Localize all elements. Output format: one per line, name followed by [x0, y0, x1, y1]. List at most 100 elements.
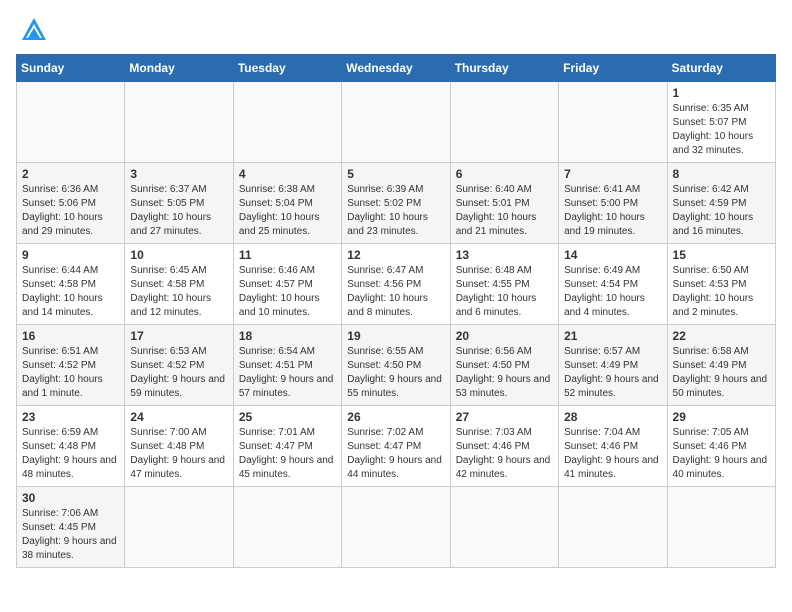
calendar-cell — [342, 487, 450, 568]
calendar-cell: 9 Sunrise: 6:44 AM Sunset: 4:58 PM Daylig… — [17, 244, 125, 325]
day-number: 7 — [564, 167, 661, 181]
calendar-cell: 13 Sunrise: 6:48 AM Sunset: 4:55 PM Dayli… — [450, 244, 558, 325]
day-info: Sunrise: 6:41 AM Sunset: 5:00 PM Dayligh… — [564, 183, 661, 239]
calendar-week-row: 1 Sunrise: 6:35 AM Sunset: 5:07 PM Daylig… — [17, 82, 776, 163]
page-header — [16, 16, 776, 44]
day-number: 17 — [130, 329, 227, 343]
day-number: 29 — [673, 410, 770, 424]
calendar-cell: 15 Sunrise: 6:50 AM Sunset: 4:53 PM Dayli… — [667, 244, 775, 325]
calendar-cell — [667, 487, 775, 568]
calendar-cell: 28 Sunrise: 7:04 AM Sunset: 4:46 PM Dayli… — [559, 406, 667, 487]
day-info: Sunrise: 6:57 AM Sunset: 4:49 PM Dayligh… — [564, 345, 661, 401]
day-number: 19 — [347, 329, 444, 343]
calendar-cell: 30Sunrise: 7:06 AM Sunset: 4:45 PM Dayli… — [17, 487, 125, 568]
day-info: Sunrise: 6:50 AM Sunset: 4:53 PM Dayligh… — [673, 264, 770, 320]
day-info: Sunrise: 7:04 AM Sunset: 4:46 PM Dayligh… — [564, 426, 661, 482]
calendar-cell: 25Sunrise: 7:01 AM Sunset: 4:47 PM Dayli… — [233, 406, 341, 487]
calendar-cell: 19 Sunrise: 6:55 AM Sunset: 4:50 PM Dayli… — [342, 325, 450, 406]
day-number: 23 — [22, 410, 119, 424]
day-info: Sunrise: 6:49 AM Sunset: 4:54 PM Dayligh… — [564, 264, 661, 320]
weekday-header-friday: Friday — [559, 55, 667, 82]
calendar-cell: 6Sunrise: 6:40 AM Sunset: 5:01 PM Daylig… — [450, 163, 558, 244]
day-info: Sunrise: 6:48 AM Sunset: 4:55 PM Dayligh… — [456, 264, 553, 320]
day-info: Sunrise: 6:38 AM Sunset: 5:04 PM Dayligh… — [239, 183, 336, 239]
day-number: 28 — [564, 410, 661, 424]
calendar-table: SundayMondayTuesdayWednesdayThursdayFrid… — [16, 54, 776, 568]
day-number: 11 — [239, 248, 336, 262]
day-info: Sunrise: 6:58 AM Sunset: 4:49 PM Dayligh… — [673, 345, 770, 401]
day-info: Sunrise: 7:01 AM Sunset: 4:47 PM Dayligh… — [239, 426, 336, 482]
day-info: Sunrise: 6:56 AM Sunset: 4:50 PM Dayligh… — [456, 345, 553, 401]
calendar-cell: 11 Sunrise: 6:46 AM Sunset: 4:57 PM Dayli… — [233, 244, 341, 325]
calendar-cell — [233, 82, 341, 163]
calendar-cell: 20Sunrise: 6:56 AM Sunset: 4:50 PM Dayli… — [450, 325, 558, 406]
day-number: 22 — [673, 329, 770, 343]
calendar-cell — [559, 82, 667, 163]
calendar-cell — [559, 487, 667, 568]
weekday-header-sunday: Sunday — [17, 55, 125, 82]
calendar-cell: 5 Sunrise: 6:39 AM Sunset: 5:02 PM Daylig… — [342, 163, 450, 244]
day-number: 27 — [456, 410, 553, 424]
day-number: 1 — [673, 86, 770, 100]
calendar-cell — [450, 82, 558, 163]
day-info: Sunrise: 6:46 AM Sunset: 4:57 PM Dayligh… — [239, 264, 336, 320]
weekday-header-tuesday: Tuesday — [233, 55, 341, 82]
calendar-cell: 8 Sunrise: 6:42 AM Sunset: 4:59 PM Daylig… — [667, 163, 775, 244]
day-number: 4 — [239, 167, 336, 181]
day-number: 5 — [347, 167, 444, 181]
day-info: Sunrise: 6:35 AM Sunset: 5:07 PM Dayligh… — [673, 102, 770, 158]
weekday-header-row: SundayMondayTuesdayWednesdayThursdayFrid… — [17, 55, 776, 82]
calendar-cell: 16 Sunrise: 6:51 AM Sunset: 4:52 PM Dayli… — [17, 325, 125, 406]
calendar-cell: 29Sunrise: 7:05 AM Sunset: 4:46 PM Dayli… — [667, 406, 775, 487]
day-info: Sunrise: 7:02 AM Sunset: 4:47 PM Dayligh… — [347, 426, 444, 482]
calendar-cell: 22 Sunrise: 6:58 AM Sunset: 4:49 PM Dayli… — [667, 325, 775, 406]
day-number: 24 — [130, 410, 227, 424]
day-info: Sunrise: 7:03 AM Sunset: 4:46 PM Dayligh… — [456, 426, 553, 482]
calendar-cell: 4 Sunrise: 6:38 AM Sunset: 5:04 PM Daylig… — [233, 163, 341, 244]
calendar-cell: 3Sunrise: 6:37 AM Sunset: 5:05 PM Daylig… — [125, 163, 233, 244]
day-number: 26 — [347, 410, 444, 424]
day-info: Sunrise: 6:51 AM Sunset: 4:52 PM Dayligh… — [22, 345, 119, 401]
calendar-cell — [233, 487, 341, 568]
calendar-cell: 24 Sunrise: 7:00 AM Sunset: 4:48 PM Dayli… — [125, 406, 233, 487]
day-info: Sunrise: 6:36 AM Sunset: 5:06 PM Dayligh… — [22, 183, 119, 239]
day-info: Sunrise: 6:53 AM Sunset: 4:52 PM Dayligh… — [130, 345, 227, 401]
day-info: Sunrise: 6:54 AM Sunset: 4:51 PM Dayligh… — [239, 345, 336, 401]
calendar-cell: 17 Sunrise: 6:53 AM Sunset: 4:52 PM Dayli… — [125, 325, 233, 406]
calendar-cell — [450, 487, 558, 568]
day-info: Sunrise: 6:44 AM Sunset: 4:58 PM Dayligh… — [22, 264, 119, 320]
calendar-cell — [125, 82, 233, 163]
day-number: 15 — [673, 248, 770, 262]
day-info: Sunrise: 6:47 AM Sunset: 4:56 PM Dayligh… — [347, 264, 444, 320]
day-info: Sunrise: 6:42 AM Sunset: 4:59 PM Dayligh… — [673, 183, 770, 239]
day-number: 9 — [22, 248, 119, 262]
calendar-cell: 26 Sunrise: 7:02 AM Sunset: 4:47 PM Dayli… — [342, 406, 450, 487]
calendar-cell: 21 Sunrise: 6:57 AM Sunset: 4:49 PM Dayli… — [559, 325, 667, 406]
day-info: Sunrise: 7:00 AM Sunset: 4:48 PM Dayligh… — [130, 426, 227, 482]
day-number: 13 — [456, 248, 553, 262]
calendar-cell: 2 Sunrise: 6:36 AM Sunset: 5:06 PM Daylig… — [17, 163, 125, 244]
calendar-week-row: 16 Sunrise: 6:51 AM Sunset: 4:52 PM Dayli… — [17, 325, 776, 406]
calendar-cell: 14 Sunrise: 6:49 AM Sunset: 4:54 PM Dayli… — [559, 244, 667, 325]
day-info: Sunrise: 6:45 AM Sunset: 4:58 PM Dayligh… — [130, 264, 227, 320]
day-number: 30 — [22, 491, 119, 505]
calendar-cell — [342, 82, 450, 163]
calendar-cell: 23 Sunrise: 6:59 AM Sunset: 4:48 PM Dayli… — [17, 406, 125, 487]
day-number: 21 — [564, 329, 661, 343]
day-number: 14 — [564, 248, 661, 262]
calendar-cell: 10Sunrise: 6:45 AM Sunset: 4:58 PM Dayli… — [125, 244, 233, 325]
day-info: Sunrise: 6:59 AM Sunset: 4:48 PM Dayligh… — [22, 426, 119, 482]
calendar-cell: 7 Sunrise: 6:41 AM Sunset: 5:00 PM Daylig… — [559, 163, 667, 244]
weekday-header-thursday: Thursday — [450, 55, 558, 82]
day-number: 8 — [673, 167, 770, 181]
day-info: Sunrise: 6:40 AM Sunset: 5:01 PM Dayligh… — [456, 183, 553, 239]
day-info: Sunrise: 6:39 AM Sunset: 5:02 PM Dayligh… — [347, 183, 444, 239]
calendar-cell — [125, 487, 233, 568]
weekday-header-saturday: Saturday — [667, 55, 775, 82]
calendar-week-row: 9 Sunrise: 6:44 AM Sunset: 4:58 PM Daylig… — [17, 244, 776, 325]
day-info: Sunrise: 6:55 AM Sunset: 4:50 PM Dayligh… — [347, 345, 444, 401]
weekday-header-monday: Monday — [125, 55, 233, 82]
calendar-week-row: 30Sunrise: 7:06 AM Sunset: 4:45 PM Dayli… — [17, 487, 776, 568]
day-number: 2 — [22, 167, 119, 181]
day-number: 16 — [22, 329, 119, 343]
